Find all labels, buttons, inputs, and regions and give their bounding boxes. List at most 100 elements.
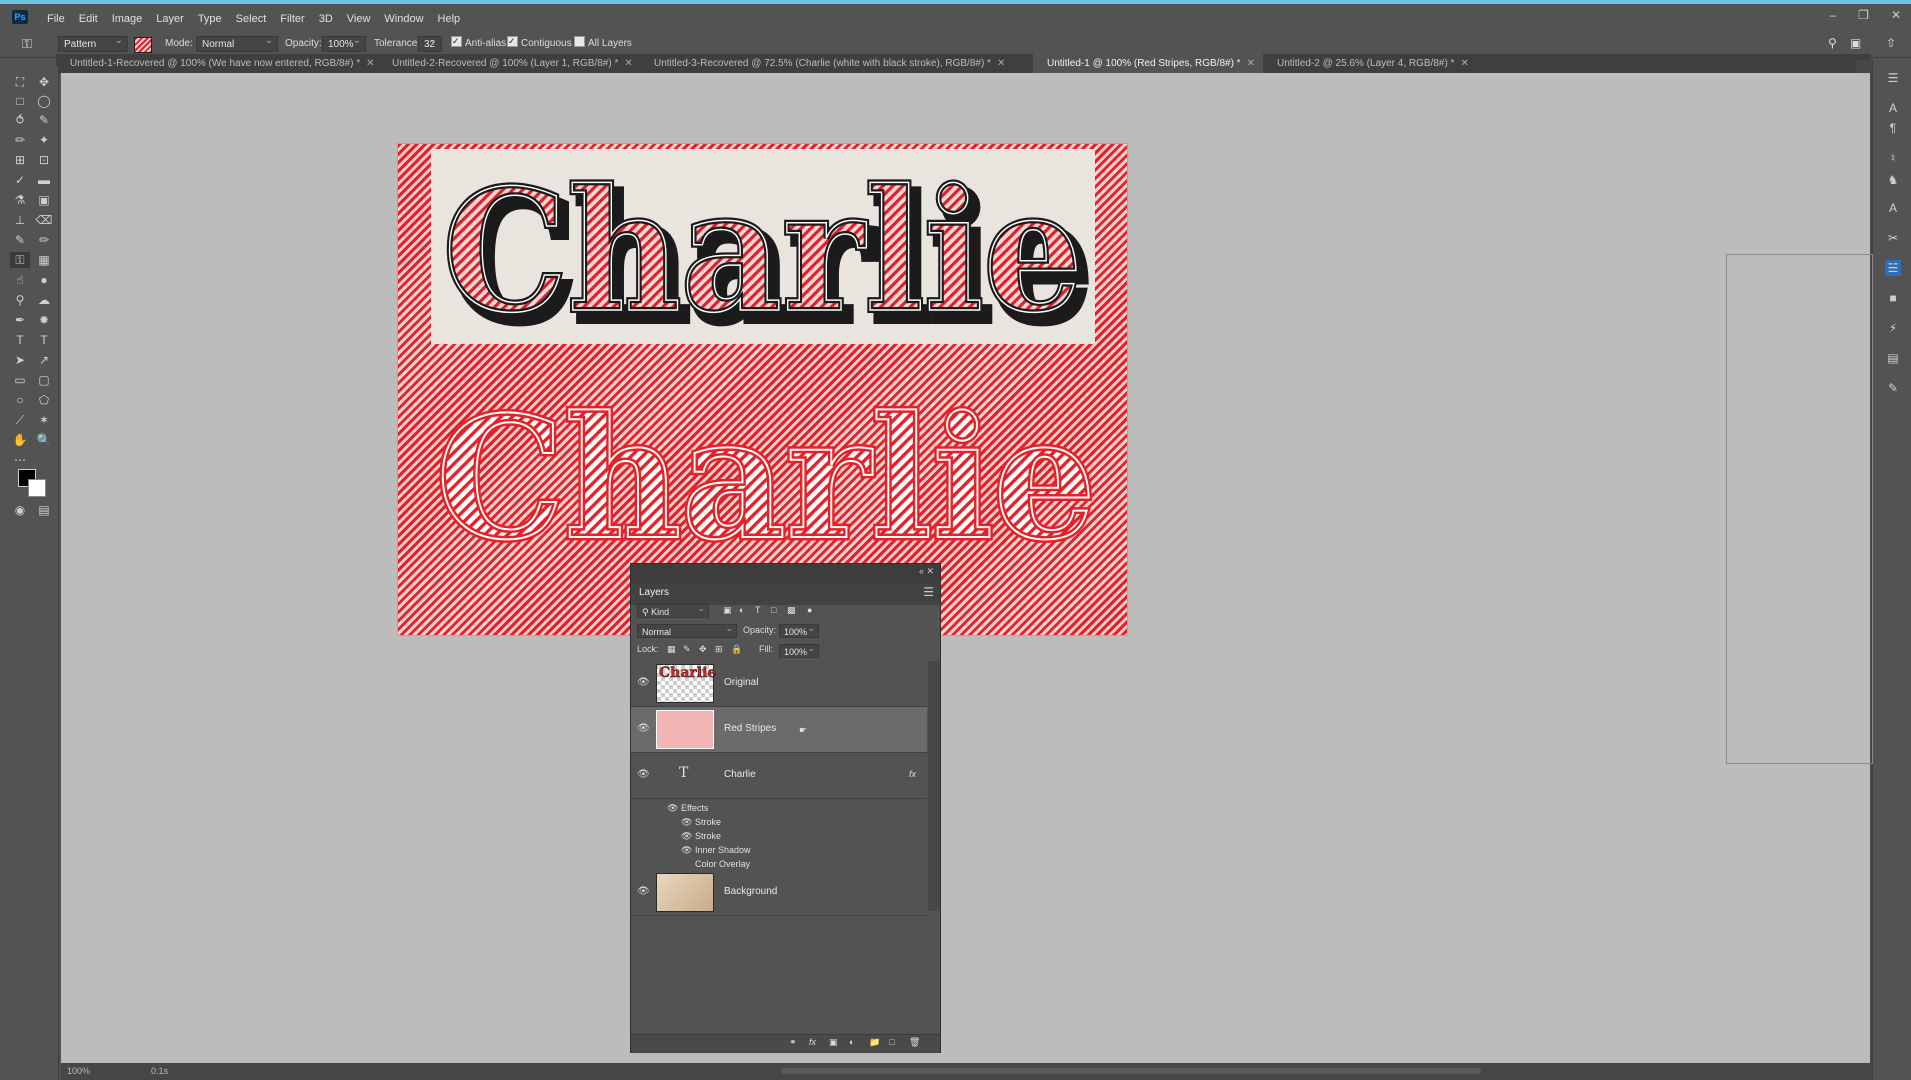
opacity-field[interactable]: 100% xyxy=(322,33,366,52)
direct-selection-icon[interactable]: ↗ xyxy=(34,352,54,368)
close-tab-icon[interactable]: ✕ xyxy=(1460,58,1468,69)
effect-eye-icon[interactable]: 👁 xyxy=(681,831,692,842)
horizontal-scrollbar[interactable] xyxy=(781,1068,1481,1074)
fill-source-dropdown[interactable]: Pattern xyxy=(58,33,128,52)
brush-icon[interactable]: ✎ xyxy=(10,232,30,248)
new-layer-icon[interactable]: □ xyxy=(889,1037,894,1047)
menu-window[interactable]: Window xyxy=(377,8,430,30)
restore-icon[interactable]: ❐ xyxy=(1858,8,1869,22)
layer-row-background[interactable]: 👁 Background xyxy=(631,870,927,916)
lock-pixels-icon[interactable]: ✎ xyxy=(683,644,691,655)
effect-stroke-2[interactable]: Stroke xyxy=(695,831,721,841)
share-icon[interactable]: ⇧ xyxy=(1886,35,1896,52)
lock-transparency-icon[interactable]: ▦ xyxy=(667,644,676,655)
shape-filter-icon[interactable]: □ xyxy=(771,605,776,615)
menu-select[interactable]: Select xyxy=(229,8,274,30)
artboard-tool-icon[interactable]: ⛶ xyxy=(10,74,30,90)
rounded-rectangle-icon[interactable]: ▢ xyxy=(34,372,54,388)
gradient-icon[interactable]: ▦ xyxy=(34,252,54,268)
minimize-icon[interactable]: – xyxy=(1829,8,1836,22)
menu-3d[interactable]: 3D xyxy=(312,8,340,30)
smart-object-filter-icon[interactable]: ▩ xyxy=(787,605,796,616)
pixel-filter-icon[interactable]: ▣ xyxy=(723,605,732,616)
link-layers-icon[interactable]: ⚭ xyxy=(789,1037,797,1048)
smudge-icon[interactable]: ☝ xyxy=(10,272,30,288)
rectangular-marquee-icon[interactable]: □ xyxy=(10,93,30,109)
patch-icon[interactable]: ▣ xyxy=(34,192,54,208)
zoom-level[interactable]: 100% xyxy=(67,1063,90,1080)
menu-layer[interactable]: Layer xyxy=(149,8,191,30)
tab-untitled-1-recovered[interactable]: Untitled-1-Recovered @ 100% (We have now… xyxy=(56,54,378,73)
pencil-icon[interactable]: ✏ xyxy=(34,232,54,248)
lock-all-icon[interactable]: 🔒 xyxy=(731,644,742,655)
filter-kind-dropdown[interactable]: ⚲ Kind xyxy=(637,601,709,618)
lock-position-icon[interactable]: ✥ xyxy=(699,644,707,655)
visibility-eye-icon[interactable]: 👁 xyxy=(637,677,650,688)
tab-untitled-1[interactable]: Untitled-1 @ 100% (Red Stripes, RGB/8#) … xyxy=(1033,54,1263,73)
layer-row-original[interactable]: 👁 Charlie Original xyxy=(631,661,927,707)
close-tab-icon[interactable]: ✕ xyxy=(366,58,374,69)
blend-mode-dropdown[interactable]: Normal xyxy=(637,621,737,638)
pattern-swatch[interactable] xyxy=(134,37,152,53)
rectangle-tool-icon[interactable]: ▭ xyxy=(10,372,30,388)
type-filter-icon[interactable]: T xyxy=(755,605,761,615)
lasso-icon[interactable]: ⥀ xyxy=(10,112,30,128)
layer-row-red-stripes[interactable]: 👁 Red Stripes ☛ xyxy=(631,707,927,753)
delete-layer-icon[interactable]: 🗑 xyxy=(909,1037,920,1048)
magic-wand-icon[interactable]: ✦ xyxy=(34,132,54,148)
paint-bucket-icon[interactable]: ⚿ xyxy=(10,252,30,268)
contiguous-checkbox[interactable]: Contiguous xyxy=(507,33,572,52)
new-group-icon[interactable]: 📁 xyxy=(869,1037,880,1048)
color-sampler-icon[interactable]: ✓ xyxy=(10,172,30,188)
layers-panel-header[interactable]: « ✕ xyxy=(631,564,940,583)
menu-view[interactable]: View xyxy=(340,8,378,30)
tab-untitled-3-recovered[interactable]: Untitled-3-Recovered @ 72.5% (Charlie (w… xyxy=(640,54,1033,73)
ellipse-tool-icon[interactable]: ○ xyxy=(10,392,30,408)
clone-stamp-icon[interactable]: ⊥ xyxy=(10,212,30,228)
panel-collapse-icon[interactable]: « ✕ xyxy=(919,566,934,577)
history-icon[interactable]: ☰ xyxy=(1885,70,1901,86)
new-adjustment-icon[interactable]: ◐ xyxy=(849,1037,854,1047)
close-tab-icon[interactable]: ✕ xyxy=(997,58,1005,69)
screen-mode-icon[interactable]: ▤ xyxy=(34,502,54,518)
search-icon[interactable]: ⚲ xyxy=(1828,35,1837,52)
visibility-eye-icon[interactable]: 👁 xyxy=(637,886,650,897)
custom-shape-icon[interactable]: ✶ xyxy=(34,412,54,428)
more-tools-icon[interactable]: ⋯ xyxy=(10,452,30,468)
pen-icon[interactable]: ✒ xyxy=(10,312,30,328)
line-tool-icon[interactable]: ⟋ xyxy=(10,412,30,428)
freeform-pen-icon[interactable]: ✹ xyxy=(34,312,54,328)
effect-eye-icon[interactable]: 👁 xyxy=(681,817,692,828)
polygon-tool-icon[interactable]: ⬠ xyxy=(34,392,54,408)
filter-toggle-icon[interactable]: ● xyxy=(807,605,812,615)
eyedropper-icon[interactable]: ✎ xyxy=(34,112,54,128)
channels-icon[interactable]: ■ xyxy=(1885,290,1901,306)
adjustment-filter-icon[interactable]: ◐ xyxy=(739,605,744,615)
healing-brush-icon[interactable]: ⚗ xyxy=(10,192,30,208)
effect-inner-shadow[interactable]: Inner Shadow xyxy=(695,845,751,855)
perspective-crop-icon[interactable]: ⊡ xyxy=(34,152,54,168)
paragraph-icon[interactable]: ¶ xyxy=(1885,120,1901,136)
glyphs-icon[interactable]: ♮ xyxy=(1885,150,1901,166)
paths-icon[interactable]: ⚡ xyxy=(1885,320,1901,336)
tolerance-field[interactable]: 32 xyxy=(418,33,442,52)
path-selection-icon[interactable]: ➤ xyxy=(10,352,30,368)
character-icon[interactable]: A xyxy=(1885,100,1901,116)
blur-icon[interactable]: ● xyxy=(34,272,54,288)
panel-menu-icon[interactable]: ☰ xyxy=(923,585,934,599)
zoom-icon[interactable]: 🔍 xyxy=(34,432,54,448)
para-styles-icon[interactable]: A xyxy=(1885,200,1901,216)
horizontal-type-icon[interactable]: T xyxy=(10,332,30,348)
menu-edit[interactable]: Edit xyxy=(72,8,105,30)
menu-image[interactable]: Image xyxy=(105,8,150,30)
workspace-icon[interactable]: ▣ xyxy=(1850,35,1861,52)
add-mask-icon[interactable]: ▣ xyxy=(829,1037,838,1048)
anti-alias-checkbox[interactable]: Anti-alias xyxy=(451,33,506,52)
layers-dock-icon[interactable]: ▤ xyxy=(1885,350,1901,366)
close-tab-icon[interactable]: ✕ xyxy=(624,58,632,69)
menu-file[interactable]: File xyxy=(40,8,72,30)
tool-presets-icon[interactable]: ✂ xyxy=(1885,230,1901,246)
visibility-eye-icon[interactable]: 👁 xyxy=(637,769,650,780)
effects-eye-icon[interactable]: 👁 xyxy=(667,803,678,814)
vertical-type-icon[interactable]: T xyxy=(34,332,54,348)
